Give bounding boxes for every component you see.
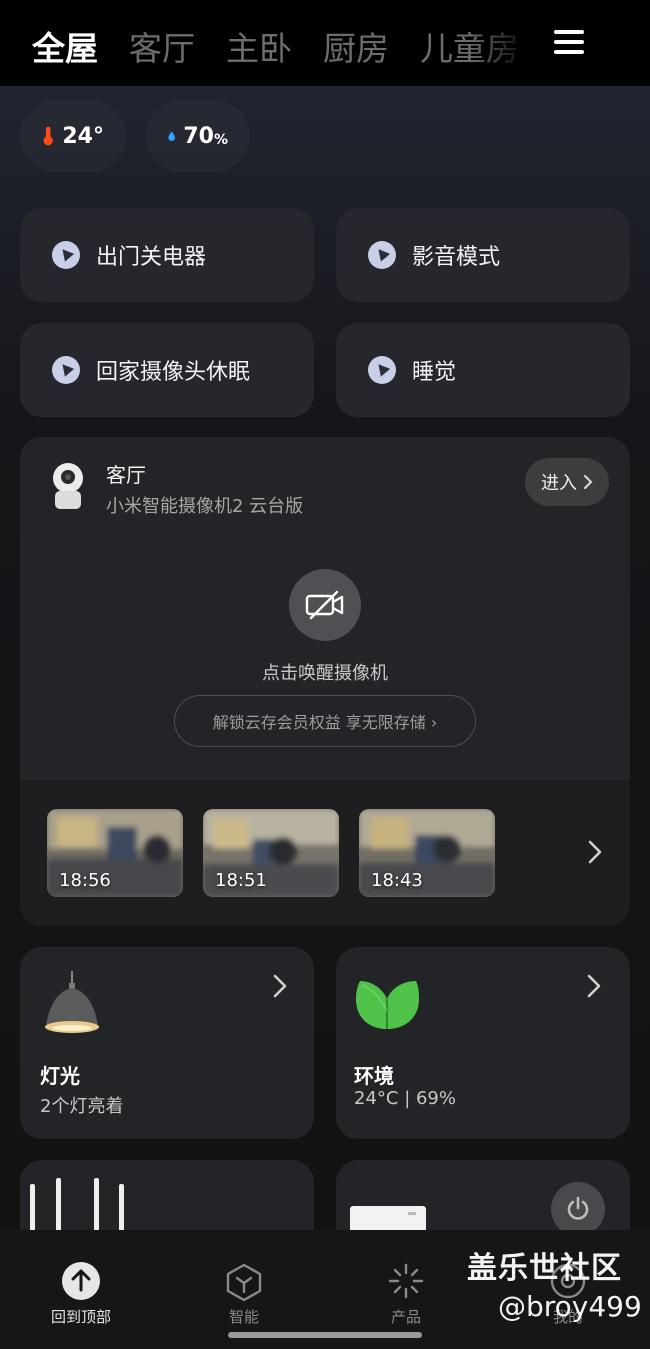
environment-card[interactable]: 环境 24°C | 69% xyxy=(336,947,630,1139)
thumbnail-time: 18:43 xyxy=(371,870,423,891)
tabs-fade-overlay xyxy=(470,0,540,86)
pendant-lamp-icon xyxy=(45,971,99,1033)
watermark-username: @broy499 xyxy=(498,1290,642,1323)
scene-cursor-icon xyxy=(52,356,80,384)
environment-readings: 24°C | 69% xyxy=(354,1088,456,1109)
nav-label: 智能 xyxy=(228,1308,259,1326)
scene-leave-home-appliances-off[interactable]: 出门关电器 xyxy=(20,208,314,302)
lighting-status: 2个灯亮着 xyxy=(40,1096,124,1117)
power-button[interactable] xyxy=(551,1182,605,1236)
wake-camera-button[interactable] xyxy=(289,569,361,641)
wake-camera-text: 点击唤醒摄像机 xyxy=(262,663,388,684)
camera-card[interactable]: 客厅 小米智能摄像机2 云台版 进入 点击唤醒摄像机 解锁云存会员权益 享无限存… xyxy=(20,437,630,926)
humidity-unit: % xyxy=(213,132,228,148)
chevron-right-icon xyxy=(587,974,601,998)
thermometer-icon xyxy=(43,126,53,146)
cube-icon xyxy=(226,1263,262,1302)
chevron-right-icon xyxy=(273,974,287,998)
home-indicator[interactable] xyxy=(228,1332,422,1338)
scene-label: 睡觉 xyxy=(412,360,457,385)
nav-smart[interactable]: 智能 xyxy=(189,1230,299,1330)
thumbnail-time: 18:56 xyxy=(59,870,111,891)
temperature-value: 24° xyxy=(62,123,104,149)
water-drop-icon xyxy=(168,131,175,141)
nav-products[interactable]: 产品 xyxy=(351,1230,461,1330)
scene-sleep[interactable]: 睡觉 xyxy=(336,323,630,417)
tab-living-room[interactable]: 客厅 xyxy=(129,22,195,70)
camera-device-icon xyxy=(53,463,83,509)
humidity-value: 70 xyxy=(183,123,214,149)
tab-whole-house[interactable]: 全屋 xyxy=(32,22,98,70)
lighting-title: 灯光 xyxy=(40,1064,80,1088)
cloud-storage-promo-button[interactable]: 解锁云存会员权益 享无限存储 › xyxy=(174,695,476,747)
chevron-right-icon xyxy=(584,475,593,489)
camera-room-name: 客厅 xyxy=(106,463,146,487)
tab-master-bedroom[interactable]: 主卧 xyxy=(226,22,292,70)
camera-off-icon xyxy=(305,590,344,620)
scene-cursor-icon xyxy=(368,356,396,384)
enter-button-label: 进入 xyxy=(541,473,577,494)
room-tabs-bar: 全屋 客厅 主卧 厨房 儿童房 xyxy=(0,0,650,86)
enter-button[interactable]: 进入 xyxy=(525,458,609,506)
menu-icon[interactable] xyxy=(554,30,584,56)
scene-cursor-icon xyxy=(368,241,396,269)
recording-thumbnail[interactable]: 18:51 xyxy=(203,809,339,897)
leaf-icon xyxy=(356,981,419,1029)
environment-title: 环境 xyxy=(354,1064,394,1088)
router-card[interactable] xyxy=(20,1160,314,1240)
sparkle-icon xyxy=(388,1263,424,1299)
cloud-promo-label: 解锁云存会员权益 享无限存储 › xyxy=(212,713,438,732)
air-conditioner-card[interactable] xyxy=(336,1160,630,1240)
scene-label: 回家摄像头休眠 xyxy=(96,360,251,385)
nav-back-to-top[interactable]: 回到顶部 xyxy=(26,1230,136,1330)
scene-home-camera-sleep[interactable]: 回家摄像头休眠 xyxy=(20,323,314,417)
recording-thumbnail[interactable]: 18:43 xyxy=(359,809,495,897)
camera-model-name: 小米智能摄像机2 云台版 xyxy=(106,496,304,517)
nav-label: 产品 xyxy=(390,1308,421,1326)
temperature-chip[interactable]: 24° xyxy=(20,100,126,172)
thumbnail-time: 18:51 xyxy=(215,870,267,891)
more-recordings-chevron-icon[interactable] xyxy=(583,837,607,867)
arrow-up-icon xyxy=(62,1262,100,1300)
scene-cursor-icon xyxy=(52,241,80,269)
scene-movie-mode[interactable]: 影音模式 xyxy=(336,208,630,302)
recording-thumbnail[interactable]: 18:56 xyxy=(47,809,183,897)
nav-label: 回到顶部 xyxy=(50,1308,111,1326)
scene-label: 影音模式 xyxy=(412,245,501,270)
watermark-community: 盖乐世社区 xyxy=(467,1251,622,1286)
lighting-card[interactable]: 灯光 2个灯亮着 xyxy=(20,947,314,1139)
scene-label: 出门关电器 xyxy=(96,245,207,270)
power-icon xyxy=(567,1196,589,1220)
humidity-chip[interactable]: 70 % xyxy=(146,100,250,172)
tab-kitchen[interactable]: 厨房 xyxy=(323,22,389,70)
